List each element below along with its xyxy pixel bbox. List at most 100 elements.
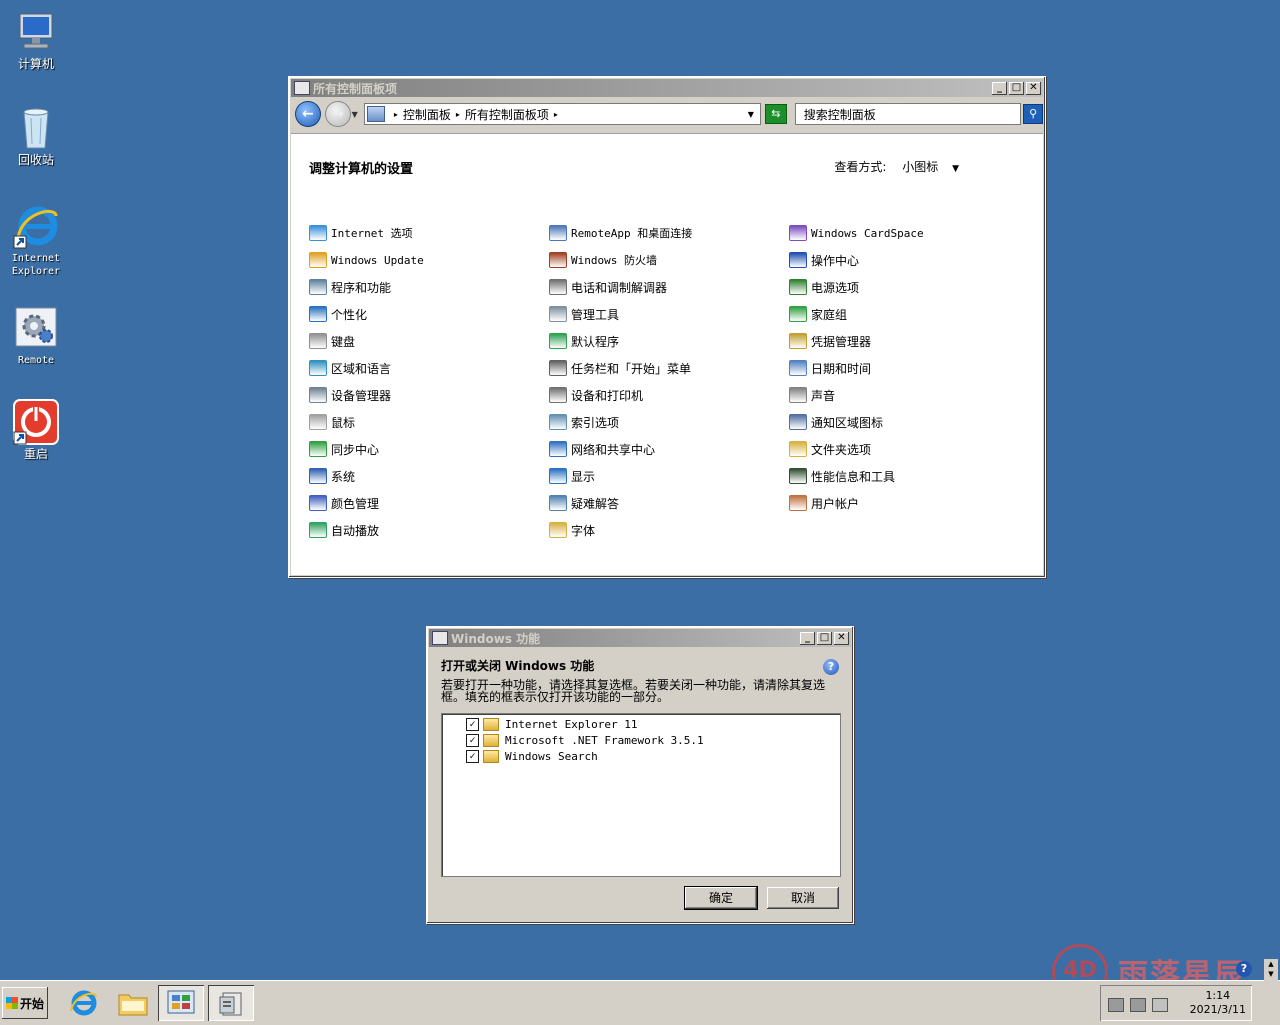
refresh-button[interactable]: ⇆ (764, 104, 787, 124)
cp-item[interactable]: 个性化 (309, 305, 549, 323)
cp-item[interactable]: 家庭组 (789, 305, 1029, 323)
cp-item[interactable]: 管理工具 (549, 305, 789, 323)
cancel-button[interactable]: 取消 (767, 887, 839, 909)
checkbox[interactable]: ✓ (466, 733, 479, 747)
minimize-button[interactable]: _ (800, 631, 815, 645)
feature-item[interactable]: ✓ Internet Explorer 11 (466, 716, 637, 732)
breadcrumb-separator-icon[interactable]: ▸ (456, 110, 460, 119)
desktop-icon-recycle-bin[interactable]: 回收站 (4, 104, 68, 167)
cp-item[interactable]: 疑难解答 (549, 494, 789, 512)
cp-item[interactable]: Windows 防火墙 (549, 251, 789, 269)
breadcrumb-item[interactable]: 所有控制面板项 (465, 106, 549, 123)
cp-item[interactable]: Internet 选项 (309, 224, 549, 242)
clock[interactable]: 1:14 2021/3/11 (1190, 989, 1246, 1017)
help-icon[interactable]: ? (823, 659, 839, 675)
power-icon (12, 398, 60, 446)
cp-item[interactable]: Windows Update (309, 251, 549, 269)
cp-item[interactable]: 设备管理器 (309, 386, 549, 404)
cp-item[interactable]: 性能信息和工具 (789, 467, 1029, 485)
taskbar-app-explorer[interactable] (110, 985, 156, 1021)
maximize-button[interactable]: □ (1009, 81, 1024, 95)
chevron-down-icon[interactable]: ▼ (952, 164, 959, 174)
feature-item[interactable]: ✓ Microsoft .NET Framework 3.5.1 (466, 732, 704, 748)
cp-item[interactable]: 电话和调制解调器 (549, 278, 789, 296)
cp-item[interactable]: 文件夹选项 (789, 440, 1029, 458)
cp-item[interactable]: 默认程序 (549, 332, 789, 350)
cp-item[interactable]: 通知区域图标 (789, 413, 1029, 431)
date-time-icon (789, 360, 807, 376)
cp-item[interactable]: 索引选项 (549, 413, 789, 431)
taskbar-app-ie[interactable] (60, 985, 106, 1021)
address-dropdown-icon[interactable]: ▼ (748, 110, 754, 119)
control-panel-titlebar[interactable]: 所有控制面板项 _ □ ✕ (291, 79, 1043, 97)
desktop-icon-ie[interactable]: Internet Explorer (4, 202, 68, 278)
cp-item[interactable]: 任务栏和「开始」菜单 (549, 359, 789, 377)
cp-item-label: 网络和共享中心 (571, 442, 656, 457)
windows-features-icon (219, 992, 242, 1016)
features-tree[interactable]: ✓ Internet Explorer 11 ✓ Microsoft .NET … (441, 713, 841, 877)
toolbar-scroll-arrows[interactable]: ▲ ▼ (1264, 959, 1278, 981)
cp-item[interactable]: 凭据管理器 (789, 332, 1029, 350)
cp-item-label: 自动播放 (331, 523, 380, 538)
feature-item[interactable]: ✓ Windows Search (466, 748, 598, 764)
taskbar-app-control-panel[interactable] (158, 985, 204, 1021)
minimize-button[interactable]: _ (992, 81, 1007, 95)
cp-item[interactable]: 同步中心 (309, 440, 549, 458)
cp-item-label: 任务栏和「开始」菜单 (571, 361, 692, 376)
power-options-icon (789, 279, 807, 295)
cp-item[interactable]: RemoteApp 和桌面连接 (549, 224, 789, 242)
help-icon[interactable]: ? (1236, 961, 1252, 977)
close-button[interactable]: ✕ (834, 631, 849, 645)
breadcrumb-item[interactable]: 控制面板 (403, 106, 451, 123)
cp-item[interactable]: 电源选项 (789, 278, 1029, 296)
cp-item[interactable]: 字体 (549, 521, 789, 539)
volume-muted-icon[interactable] (1152, 998, 1168, 1012)
cp-item[interactable]: 声音 (789, 386, 1029, 404)
connection-tray-icon[interactable] (1130, 998, 1146, 1012)
close-button[interactable]: ✕ (1026, 81, 1041, 95)
troubleshooting-icon (549, 495, 567, 511)
breadcrumb-separator-icon[interactable]: ▸ (394, 110, 398, 119)
cp-item[interactable]: 程序和功能 (309, 278, 549, 296)
cp-item[interactable]: 用户帐户 (789, 494, 1029, 512)
maximize-button[interactable]: □ (817, 631, 832, 645)
search-input[interactable]: 搜索控制面板 (794, 103, 1022, 125)
cp-item-label: 声音 (811, 388, 836, 403)
cp-item[interactable]: 日期和时间 (789, 359, 1029, 377)
ok-button[interactable]: 确定 (684, 886, 758, 910)
cp-item[interactable]: 键盘 (309, 332, 549, 350)
back-button[interactable]: ← (295, 101, 321, 127)
view-by-value[interactable]: 小图标 (902, 160, 938, 174)
cp-item[interactable]: 鼠标 (309, 413, 549, 431)
forward-button[interactable]: → (324, 101, 351, 127)
personalization-icon (309, 306, 327, 322)
network-tray-icon[interactable] (1108, 998, 1124, 1012)
cp-item[interactable]: 系统 (309, 467, 549, 485)
desktop-icon-restart[interactable]: 重启 (4, 398, 68, 461)
address-bar[interactable]: ▸ 控制面板 ▸ 所有控制面板项 ▸ ▼ (363, 103, 761, 125)
cp-item[interactable]: Windows CardSpace (789, 224, 1029, 242)
cp-item[interactable]: 操作中心 (789, 251, 1029, 269)
view-by-selector[interactable]: 查看方式: 小图标 ▼ (834, 158, 959, 175)
taskbar-app-windows-features[interactable] (208, 985, 254, 1021)
windows-features-titlebar[interactable]: Windows 功能 _ □ ✕ (429, 629, 851, 647)
history-dropdown-icon[interactable]: ▼ (352, 110, 358, 119)
checkbox[interactable]: ✓ (466, 717, 479, 731)
cp-item[interactable]: 设备和打印机 (549, 386, 789, 404)
autoplay-icon (309, 522, 327, 538)
cp-item[interactable]: 区域和语言 (309, 359, 549, 377)
recycle-bin-icon (12, 104, 60, 152)
cp-item[interactable]: 颜色管理 (309, 494, 549, 512)
cp-item[interactable]: 自动播放 (309, 521, 549, 539)
breadcrumb-separator-icon[interactable]: ▸ (554, 110, 558, 119)
navigation-bar: ← → ▼ ▸ 控制面板 ▸ 所有控制面板项 ▸ ▼ ⇆ 搜索控制面板 ⚲ (291, 99, 1044, 129)
search-icon[interactable]: ⚲ (1023, 104, 1044, 124)
desktop-icon-remote[interactable]: Remote (4, 304, 68, 367)
cp-item[interactable]: 显示 (549, 467, 789, 485)
checkbox[interactable]: ✓ (466, 749, 479, 763)
system-tray: 1:14 2021/3/11 (1100, 985, 1252, 1021)
desktop-icon-computer[interactable]: 计算机 (4, 8, 68, 71)
cp-item[interactable]: 网络和共享中心 (549, 440, 789, 458)
start-button[interactable]: 开始 (2, 987, 48, 1019)
cp-item-label: 默认程序 (571, 334, 620, 349)
